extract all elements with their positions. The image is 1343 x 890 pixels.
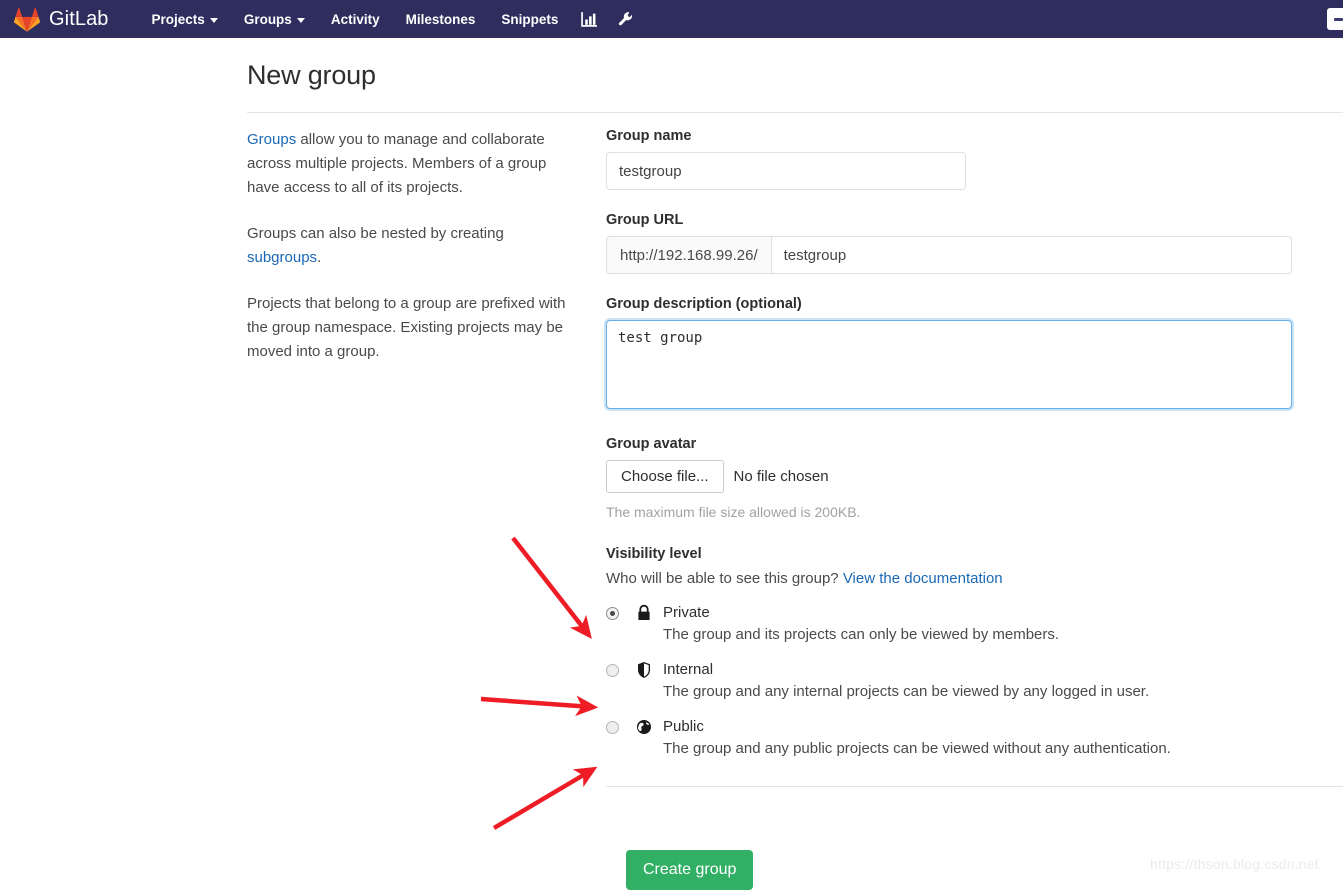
globe-icon [636, 718, 654, 741]
description-paragraph-1: Groups allow you to manage and collabora… [247, 128, 572, 200]
description-paragraph-3: Projects that belong to a group are pref… [247, 292, 572, 364]
group-name-label: Group name [606, 128, 1294, 144]
page-title: New group [247, 60, 376, 91]
view-documentation-link[interactable]: View the documentation [843, 570, 1003, 587]
title-divider [247, 112, 1343, 113]
chevron-down-icon [210, 18, 218, 23]
page-content: New group Groups allow you to manage and… [0, 38, 1343, 886]
search-placeholder-dash-icon [1334, 18, 1343, 21]
nav-item-groups[interactable]: Groups [231, 0, 318, 38]
group-description-field-block: Group description (optional) test group [606, 296, 1294, 414]
gitlab-tanuki-logo-icon [14, 7, 40, 32]
radio-internal[interactable] [606, 664, 619, 677]
avatar-file-row: Choose file... No file chosen [606, 460, 1294, 493]
group-url-prefix: http://192.168.99.26/ [606, 236, 771, 274]
create-group-button[interactable]: Create group [626, 850, 753, 890]
choose-file-button[interactable]: Choose file... [606, 460, 724, 493]
subgroups-link[interactable]: subgroups [247, 249, 317, 266]
visibility-public-text: Public The group and any public projects… [663, 717, 1294, 760]
radio-private[interactable] [606, 607, 619, 620]
group-url-label: Group URL [606, 212, 1294, 228]
visibility-private-text: Private The group and its projects can o… [663, 603, 1294, 646]
nav-item-snippets-label: Snippets [501, 12, 558, 27]
navbar-search-box-partial[interactable] [1327, 8, 1343, 30]
group-avatar-label: Group avatar [606, 436, 1294, 452]
group-avatar-field-block: Group avatar Choose file... No file chos… [606, 436, 1294, 520]
lock-icon [636, 604, 654, 627]
group-description-textarea[interactable]: test group [606, 320, 1292, 409]
visibility-question-row: Who will be able to see this group? View… [606, 570, 1294, 587]
visibility-option-private[interactable]: Private The group and its projects can o… [606, 603, 1294, 646]
radio-public[interactable] [606, 721, 619, 734]
no-file-chosen-text: No file chosen [734, 468, 829, 485]
navbar-menu: Projects Groups Activity Milestones Snip… [139, 0, 644, 38]
nav-item-snippets[interactable]: Snippets [488, 0, 571, 38]
nav-item-projects[interactable]: Projects [139, 0, 231, 38]
nav-item-milestones-label: Milestones [406, 12, 476, 27]
nav-item-activity-label: Activity [331, 12, 380, 27]
group-name-field-block: Group name [606, 128, 1294, 190]
visibility-internal-title: Internal [663, 660, 1294, 680]
visibility-level-label: Visibility level [606, 546, 1294, 562]
gitlab-brand-link[interactable]: GitLab [14, 7, 109, 32]
description-paragraph-2: Groups can also be nested by creating su… [247, 222, 572, 270]
shield-icon [636, 661, 654, 684]
nav-item-groups-label: Groups [244, 12, 292, 27]
description-paragraph-2-pre: Groups can also be nested by creating [247, 225, 504, 242]
watermark-text: https://thson.blog.csdn.net [1150, 856, 1319, 872]
group-url-slug-input[interactable] [771, 236, 1292, 274]
gitlab-brand-label: GitLab [49, 9, 109, 29]
visibility-option-public[interactable]: Public The group and any public projects… [606, 717, 1294, 760]
chevron-down-icon [297, 18, 305, 23]
visibility-public-title: Public [663, 717, 1294, 737]
visibility-internal-description: The group and any internal projects can … [663, 681, 1294, 703]
visibility-level-block: Visibility level Who will be able to see… [606, 546, 1294, 760]
analytics-chart-icon[interactable] [571, 0, 607, 38]
description-paragraph-2-post: . [317, 249, 321, 266]
visibility-internal-text: Internal The group and any internal proj… [663, 660, 1294, 703]
group-name-input[interactable] [606, 152, 966, 190]
top-navbar: GitLab Projects Groups Activity Mileston… [0, 0, 1343, 38]
nav-item-milestones[interactable]: Milestones [393, 0, 489, 38]
new-group-form: Group name Group URL http://192.168.99.2… [606, 128, 1294, 782]
description-column: Groups allow you to manage and collabora… [247, 128, 572, 364]
visibility-question-text: Who will be able to see this group? [606, 570, 839, 587]
group-url-field-block: Group URL http://192.168.99.26/ [606, 212, 1294, 274]
nav-item-projects-label: Projects [152, 12, 205, 27]
group-description-label: Group description (optional) [606, 296, 1294, 312]
admin-wrench-icon[interactable] [607, 0, 643, 38]
nav-item-activity[interactable]: Activity [318, 0, 393, 38]
visibility-option-internal[interactable]: Internal The group and any internal proj… [606, 660, 1294, 703]
form-footer-divider [606, 786, 1343, 787]
visibility-public-description: The group and any public projects can be… [663, 738, 1294, 760]
visibility-private-description: The group and its projects can only be v… [663, 624, 1294, 646]
groups-link[interactable]: Groups [247, 131, 296, 148]
group-url-input-group: http://192.168.99.26/ [606, 236, 1292, 274]
visibility-private-title: Private [663, 603, 1294, 623]
avatar-max-size-hint: The maximum file size allowed is 200KB. [606, 504, 1294, 520]
